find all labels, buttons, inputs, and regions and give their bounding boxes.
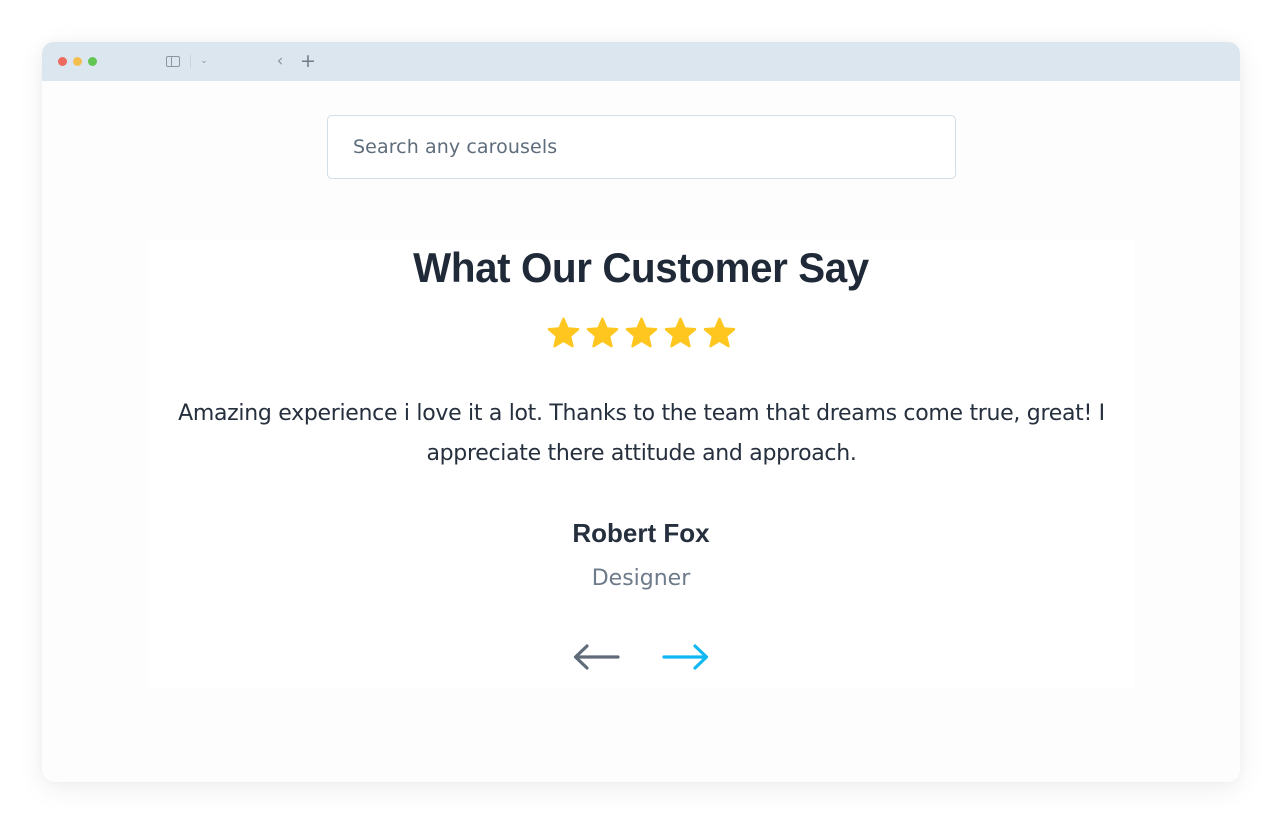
search-input[interactable] bbox=[353, 116, 955, 178]
star-icon bbox=[625, 317, 657, 348]
arrow-left-icon bbox=[573, 644, 620, 670]
browser-window: ⌄ ‹ + What Our Customer Say Amazing expe… bbox=[42, 42, 1240, 782]
star-rating bbox=[42, 317, 1240, 350]
author-role: Designer bbox=[591, 566, 691, 591]
testimonial-quote: Amazing experience i love it a lot. Than… bbox=[178, 401, 1105, 466]
star-icon bbox=[664, 317, 696, 348]
toolbar-divider bbox=[190, 55, 191, 68]
chevron-left-icon: ‹ bbox=[276, 51, 284, 71]
next-button[interactable] bbox=[662, 640, 710, 674]
previous-button[interactable] bbox=[572, 640, 620, 674]
star-icon bbox=[547, 317, 579, 348]
window-controls bbox=[58, 57, 97, 66]
carousel-navigation bbox=[42, 640, 1240, 674]
chevron-down-icon: ⌄ bbox=[200, 56, 208, 66]
star-icon bbox=[703, 317, 735, 348]
search-box bbox=[327, 115, 956, 179]
arrow-right-icon bbox=[662, 644, 709, 670]
author-name: Robert Fox bbox=[572, 518, 710, 548]
close-window-button[interactable] bbox=[58, 57, 67, 66]
new-tab-button[interactable]: + bbox=[300, 50, 316, 72]
browser-toolbar: ⌄ ‹ + bbox=[42, 42, 1240, 81]
section-heading: What Our Customer Say bbox=[413, 244, 869, 291]
sidebar-icon bbox=[166, 56, 180, 67]
sidebar-toggle-button[interactable] bbox=[165, 55, 181, 68]
tab-group-dropdown-button[interactable]: ⌄ bbox=[198, 54, 210, 68]
plus-icon: + bbox=[300, 50, 316, 72]
star-icon bbox=[586, 317, 618, 348]
back-button[interactable]: ‹ bbox=[272, 51, 288, 71]
minimize-window-button[interactable] bbox=[73, 57, 82, 66]
maximize-window-button[interactable] bbox=[88, 57, 97, 66]
